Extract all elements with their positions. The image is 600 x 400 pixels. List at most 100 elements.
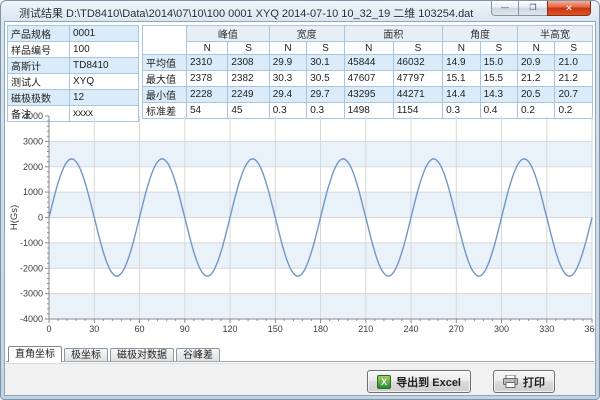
x-tick-label: 30 [89, 324, 99, 334]
info-row: 磁极极数12 [8, 90, 139, 106]
x-tick-label: 210 [358, 324, 373, 334]
stats-row-label: 平均值 [143, 55, 187, 71]
stats-cell: 15.0 [480, 55, 517, 71]
stats-cell: 20.7 [555, 87, 593, 103]
y-axis-title: H(Gs) [9, 205, 20, 230]
info-value: 100 [70, 42, 139, 58]
info-value: TD8410 [70, 58, 139, 74]
stats-subheader: N [518, 42, 555, 55]
stats-cell: 20.9 [518, 55, 555, 71]
print-button[interactable]: 打印 [493, 370, 555, 393]
stats-cell: 21.2 [518, 71, 555, 87]
stats-cell: 30.5 [307, 71, 344, 87]
y-tick-label: -3000 [20, 289, 43, 299]
x-tick-label: 360 [584, 324, 596, 334]
maximize-icon: ❐ [529, 4, 536, 12]
tab-bar: 直角坐标极坐标磁极对数据谷峰差 [6, 345, 594, 362]
y-tick-label: 0 [38, 213, 43, 223]
stats-row: 最大值2378238230.330.5476074779715.115.521.… [143, 71, 593, 87]
stats-cell: 47797 [393, 71, 442, 87]
info-label: 产品规格 [8, 26, 70, 42]
stats-cell: 30.1 [307, 55, 344, 71]
maximize-button[interactable]: ❐ [519, 1, 547, 16]
tab-pole-pair-data[interactable]: 磁极对数据 [110, 348, 174, 361]
stats-subheader: N [187, 42, 228, 55]
y-tick-label: -1000 [20, 238, 43, 248]
stats-cell: 2228 [187, 87, 228, 103]
stats-subheader: N [344, 42, 393, 55]
stats-cell: 15.1 [443, 71, 480, 87]
y-tick-label: 1000 [23, 187, 43, 197]
stats-cell: 44271 [393, 87, 442, 103]
x-tick-label: 330 [539, 324, 554, 334]
tab-polar-coords[interactable]: 极坐标 [64, 348, 108, 361]
window: 测试结果 D:\TD8410\Data\2014\07\10\100 0001 … [0, 0, 600, 400]
stats-cell: 2378 [187, 71, 228, 87]
stats-subheader: N [269, 42, 306, 55]
info-value: XYQ [70, 74, 139, 90]
export-excel-button[interactable]: X 导出到 Excel [367, 370, 471, 393]
stats-row-label: 最大值 [143, 71, 187, 87]
stats-table: 峰值宽度面积角度半高宽NSNSNSNSNS 平均值2310230829.930.… [142, 25, 593, 119]
x-tick-label: 270 [449, 324, 464, 334]
info-value: 0001 [70, 26, 139, 42]
stats-group-header: 峰值 [187, 26, 270, 42]
stats-cell: 20.5 [518, 87, 555, 103]
stats-row-label: 最小值 [143, 87, 187, 103]
stats-cell: 2249 [228, 87, 269, 103]
stats-cell: 14.9 [443, 55, 480, 71]
info-label: 测试人 [8, 74, 70, 90]
client-area: 产品规格0001样品编号100高斯计TD8410测试人XYQ磁极极数12备注xx… [4, 21, 596, 396]
titlebar: 测试结果 D:\TD8410\Data\2014\07\10\100 0001 … [1, 1, 599, 21]
stats-cell: 2310 [187, 55, 228, 71]
close-icon: ✕ [565, 4, 573, 13]
footer-bar: X 导出到 Excel 打印 [5, 363, 595, 395]
x-tick-label: 300 [494, 324, 509, 334]
window-title: 测试结果 D:\TD8410\Data\2014\07\10\100 0001 … [19, 5, 473, 21]
export-excel-label: 导出到 Excel [396, 374, 461, 390]
caption-buttons: — ❐ ✕ [491, 1, 591, 16]
stats-group-header: 角度 [443, 26, 518, 42]
x-tick-label: 180 [313, 324, 328, 334]
info-label: 高斯计 [8, 58, 70, 74]
printer-icon [503, 375, 518, 388]
excel-icon: X [377, 375, 391, 389]
minimize-icon: — [501, 4, 509, 12]
info-value: 12 [70, 90, 139, 106]
close-button[interactable]: ✕ [547, 1, 591, 16]
stats-cell: 46032 [393, 55, 442, 71]
x-tick-label: 150 [268, 324, 283, 334]
tab-rectangular-coords[interactable]: 直角坐标 [8, 346, 62, 362]
stats-corner-cell [143, 26, 187, 55]
info-row: 样品编号100 [8, 42, 139, 58]
y-tick-label: -4000 [20, 314, 43, 324]
minimize-button[interactable]: — [491, 1, 519, 16]
x-tick-label: 60 [134, 324, 144, 334]
y-tick-label: 4000 [23, 111, 43, 121]
info-table: 产品规格0001样品编号100高斯计TD8410测试人XYQ磁极极数12备注xx… [7, 25, 139, 122]
stats-row: 最小值2228224929.429.7432954427114.414.320.… [143, 87, 593, 103]
stats-group-header: 半高宽 [518, 26, 593, 42]
info-label: 磁极极数 [8, 90, 70, 106]
stats-cell: 29.7 [307, 87, 344, 103]
info-row: 产品规格0001 [8, 26, 139, 42]
x-tick-label: 120 [222, 324, 237, 334]
stats-cell: 21.2 [555, 71, 593, 87]
stats-cell: 14.4 [443, 87, 480, 103]
info-row: 高斯计TD8410 [8, 58, 139, 74]
stats-cell: 2382 [228, 71, 269, 87]
stats-group-header: 宽度 [269, 26, 344, 42]
chart-svg: 0306090120150180210240270300330360-4000-… [6, 111, 596, 341]
stats-subheader: N [443, 42, 480, 55]
stats-cell: 15.5 [480, 71, 517, 87]
print-label: 打印 [523, 374, 545, 390]
info-row: 测试人XYQ [8, 74, 139, 90]
stats-subheader: S [480, 42, 517, 55]
info-label: 样品编号 [8, 42, 70, 58]
stats-cell: 45844 [344, 55, 393, 71]
x-tick-label: 240 [403, 324, 418, 334]
tab-valley-peak-diff[interactable]: 谷峰差 [176, 348, 220, 361]
x-tick-label: 0 [46, 324, 51, 334]
stats-cell: 43295 [344, 87, 393, 103]
y-tick-label: 3000 [23, 136, 43, 146]
